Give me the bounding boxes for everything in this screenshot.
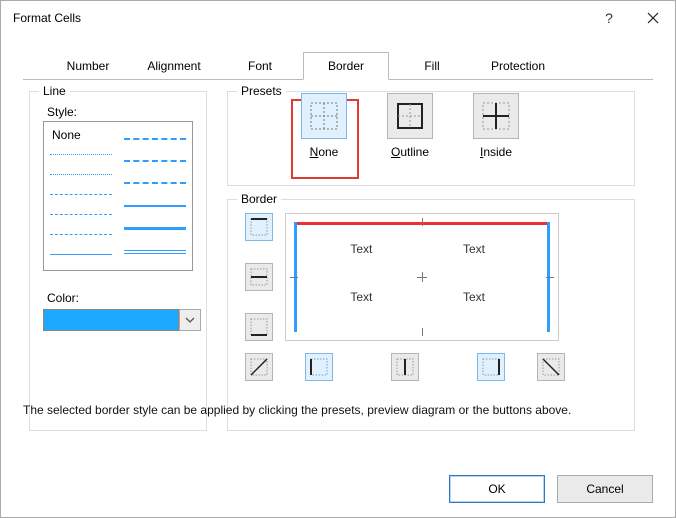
preview-tick <box>417 277 427 278</box>
border-diag-down-icon <box>541 357 561 377</box>
border-center-v-button[interactable] <box>391 353 419 381</box>
border-middle-h-button[interactable] <box>245 263 273 291</box>
format-cells-dialog: Format Cells ? Number Alignment Font Bor… <box>0 0 676 518</box>
preset-none-icon <box>309 101 339 131</box>
preset-outline-button[interactable] <box>387 93 433 139</box>
preset-none-label: None <box>283 145 365 159</box>
preset-outline-label: Outline <box>369 145 451 159</box>
tab-fill[interactable]: Fill <box>389 52 475 80</box>
line-style-option[interactable] <box>50 254 112 255</box>
border-left-button[interactable] <box>305 353 333 381</box>
border-bottom-icon <box>249 317 269 337</box>
tab-alignment[interactable]: Alignment <box>131 52 217 80</box>
tab-number[interactable]: Number <box>45 52 131 80</box>
preview-tick <box>422 328 423 336</box>
tab-protection[interactable]: Protection <box>475 52 561 80</box>
line-style-option[interactable] <box>124 138 186 140</box>
dialog-content: Line Style: None Color: <box>23 81 653 453</box>
line-style-option[interactable] <box>124 160 186 162</box>
cancel-button-label: Cancel <box>586 482 623 496</box>
color-label: Color: <box>47 291 79 305</box>
color-dropdown-button[interactable] <box>179 309 201 331</box>
window-title: Format Cells <box>13 11 587 25</box>
presets-group-label: Presets <box>237 84 286 98</box>
border-right-icon <box>481 357 501 377</box>
tab-font[interactable]: Font <box>217 52 303 80</box>
border-middle-h-icon <box>249 267 269 287</box>
ok-button-label: OK <box>488 482 505 496</box>
border-bottom-button[interactable] <box>245 313 273 341</box>
preview-cell-text: Text <box>350 290 372 304</box>
preview-tick <box>422 218 423 226</box>
cancel-button[interactable]: Cancel <box>557 475 653 503</box>
border-right-button[interactable] <box>477 353 505 381</box>
info-text: The selected border style can be applied… <box>23 403 571 453</box>
line-style-option[interactable] <box>50 174 112 175</box>
preset-inside-label: Inside <box>455 145 537 159</box>
preview-cell-text: Text <box>463 290 485 304</box>
border-left-icon <box>309 357 329 377</box>
line-style-option[interactable] <box>50 154 112 155</box>
preview-tick <box>546 277 554 278</box>
dialog-footer: OK Cancel <box>449 475 653 503</box>
close-button[interactable] <box>631 1 675 34</box>
preset-none[interactable]: None <box>283 93 365 159</box>
chevron-down-icon <box>185 317 195 323</box>
preset-inside-icon <box>481 101 511 131</box>
line-style-option[interactable] <box>50 214 112 215</box>
line-style-option[interactable] <box>50 194 112 195</box>
style-label: Style: <box>47 105 77 119</box>
ok-button[interactable]: OK <box>449 475 545 503</box>
preview-cell-text: Text <box>350 242 372 256</box>
border-diag-up-icon <box>249 357 269 377</box>
preset-inside[interactable]: Inside <box>455 93 537 159</box>
close-icon <box>647 12 659 24</box>
titlebar: Format Cells ? <box>1 1 675 34</box>
line-group-label: Line <box>39 84 70 98</box>
preset-none-button[interactable] <box>301 93 347 139</box>
preview-tick <box>290 277 298 278</box>
tab-strip: Number Alignment Font Border Fill Protec… <box>23 51 653 80</box>
tab-border[interactable]: Border <box>303 52 389 80</box>
preview-cell-text: Text <box>463 242 485 256</box>
line-style-option[interactable] <box>124 227 186 230</box>
border-top-button[interactable] <box>245 213 273 241</box>
preset-inside-button[interactable] <box>473 93 519 139</box>
border-preview[interactable]: Text Text Text Text <box>285 213 559 341</box>
preset-outline-icon <box>395 101 425 131</box>
border-center-v-icon <box>395 357 415 377</box>
line-style-option[interactable] <box>50 234 112 235</box>
line-style-option[interactable] <box>124 205 186 207</box>
border-diag-down-button[interactable] <box>537 353 565 381</box>
border-top-icon <box>249 217 269 237</box>
preset-outline[interactable]: Outline <box>369 93 451 159</box>
help-button[interactable]: ? <box>587 1 631 34</box>
line-style-option[interactable] <box>124 250 186 254</box>
color-swatch[interactable] <box>43 309 179 331</box>
border-diag-up-button[interactable] <box>245 353 273 381</box>
line-style-option[interactable] <box>124 182 186 184</box>
border-group-label: Border <box>237 192 281 206</box>
line-style-list[interactable]: None <box>43 121 193 271</box>
